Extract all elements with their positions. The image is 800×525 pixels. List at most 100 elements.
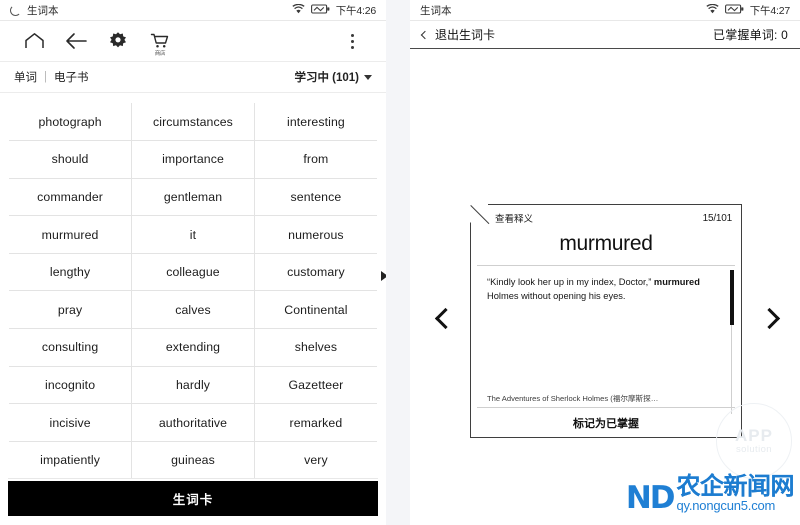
flashcard: 查看释义 15/101 murmured “Kindly look her up… bbox=[470, 204, 742, 438]
chevron-left-icon bbox=[420, 30, 430, 39]
status-bar-time-right: 下午4:27 bbox=[749, 4, 790, 17]
word-cell[interactable]: calves bbox=[131, 290, 255, 330]
table-row: impatiently guineas very bbox=[9, 441, 377, 480]
chevron-left-large-icon bbox=[434, 307, 456, 329]
flashcard-panel: 生词本 下午4:27 退出生词卡 已掌握单词: 0 查看释义 15/101 mu… bbox=[410, 0, 800, 525]
tab-separator: | bbox=[44, 71, 47, 83]
status-bar-time: 下午4:26 bbox=[335, 4, 376, 17]
watermark-site-url: qy.nongcun5.com bbox=[676, 498, 776, 513]
wifi-icon bbox=[292, 3, 305, 17]
sentence-highlight: murmured bbox=[653, 277, 700, 287]
word-cell[interactable]: lengthy bbox=[9, 253, 133, 292]
watermark-app-line2: solution bbox=[736, 443, 772, 455]
flashcard-button[interactable]: 生词卡 bbox=[8, 481, 378, 516]
word-cell[interactable]: photograph bbox=[9, 103, 133, 142]
word-cell[interactable]: murmured bbox=[9, 215, 133, 254]
table-row: commander gentleman sentence bbox=[9, 178, 377, 217]
table-row: should importance from bbox=[9, 140, 377, 179]
word-cell[interactable]: incognito bbox=[9, 366, 133, 405]
word-cell[interactable]: pray bbox=[9, 290, 133, 330]
tab-ebooks[interactable]: 电子书 bbox=[54, 69, 89, 85]
word-cell[interactable]: extending bbox=[131, 328, 255, 367]
table-row: incognito hardly Gazetteer bbox=[9, 366, 377, 405]
word-cell[interactable]: should bbox=[9, 140, 133, 179]
word-cell[interactable]: Continental bbox=[254, 290, 377, 330]
word-cell[interactable]: customary bbox=[254, 253, 377, 292]
site-watermark-logo: ND 农企新闻网 qy.nongcun5.com bbox=[625, 473, 795, 516]
watermark-site-name: 农企新闻网 bbox=[676, 473, 795, 500]
watermark-logo-mark: ND bbox=[625, 480, 676, 516]
mark-mastered-label: 标记为已掌握 bbox=[573, 417, 639, 430]
table-row: murmured it numerous bbox=[9, 215, 377, 254]
word-grid: photograph circumstances interesting should… bbox=[9, 103, 377, 480]
shopping-cart-icon[interactable]: 商店 bbox=[139, 24, 181, 58]
vertical-scrollbar[interactable] bbox=[729, 270, 734, 414]
next-card-button[interactable] bbox=[756, 301, 782, 335]
wifi-icon bbox=[706, 3, 719, 17]
kebab-menu-icon[interactable] bbox=[331, 24, 373, 58]
flashcard-body: “Kindly look her up in my index, Doctor,… bbox=[471, 266, 741, 414]
word-cell[interactable]: it bbox=[131, 215, 255, 254]
word-cell[interactable]: importance bbox=[131, 140, 255, 179]
sentence-post: Holmes without opening his eyes. bbox=[487, 290, 626, 301]
word-cell[interactable]: guineas bbox=[131, 441, 255, 480]
sync-icon bbox=[10, 4, 21, 16]
word-cell[interactable]: interesting bbox=[254, 103, 377, 142]
word-cell[interactable]: from bbox=[254, 140, 377, 179]
word-cell[interactable]: circumstances bbox=[131, 103, 255, 142]
battery-icon bbox=[724, 3, 744, 17]
table-row: pray calves Continental bbox=[9, 290, 377, 330]
app-toolbar: 商店 bbox=[0, 21, 386, 62]
sentence-source: The Adventures of Sherlock Holmes (福尔摩斯探… bbox=[487, 394, 659, 403]
mastered-count: 已掌握单词: 0 bbox=[713, 28, 788, 42]
word-cell[interactable]: shelves bbox=[254, 328, 377, 367]
word-cell[interactable]: impatiently bbox=[9, 441, 133, 480]
word-cell[interactable]: consulting bbox=[9, 328, 133, 367]
word-cell[interactable]: commander bbox=[9, 178, 133, 217]
table-row: consulting extending shelves bbox=[9, 328, 377, 367]
word-cell[interactable]: very bbox=[254, 441, 377, 480]
flashcard-area: 查看释义 15/101 murmured “Kindly look her up… bbox=[410, 49, 800, 519]
vocabulary-list-panel: 生词本 下午4:26 商店 单词 | 电子书 学习中 (101) photogr… bbox=[0, 0, 386, 525]
example-sentence: “Kindly look her up in my index, Doctor,… bbox=[487, 276, 725, 303]
cta-divider bbox=[8, 478, 378, 479]
exit-flashcard-label: 退出生词卡 bbox=[435, 28, 496, 42]
exit-flashcard-button[interactable]: 退出生词卡 bbox=[420, 26, 496, 43]
word-cell[interactable]: incisive bbox=[9, 403, 133, 442]
word-cell[interactable]: colleague bbox=[131, 253, 255, 292]
sentence-pre: “Kindly look her up in my index, Doctor,… bbox=[487, 277, 652, 287]
word-grid-wrapper: photograph circumstances interesting should… bbox=[0, 93, 386, 480]
chevron-down-icon bbox=[364, 74, 372, 80]
mark-mastered-button[interactable]: 标记为已掌握 bbox=[477, 407, 735, 437]
store-label: 商店 bbox=[154, 51, 166, 57]
flashcard-header: 查看释义 15/101 bbox=[471, 205, 741, 231]
filter-dropdown[interactable]: 学习中 (101) bbox=[294, 69, 372, 85]
word-cell[interactable]: remarked bbox=[254, 403, 377, 442]
flashcard-navbar: 退出生词卡 已掌握单词: 0 bbox=[410, 21, 800, 49]
status-bar-title-right: 生词本 bbox=[420, 4, 452, 17]
table-row: photograph circumstances interesting bbox=[9, 103, 377, 142]
word-cell[interactable]: authoritative bbox=[131, 403, 255, 442]
table-row: incisive authoritative remarked bbox=[9, 403, 377, 442]
flashcard-button-label: 生词卡 bbox=[172, 493, 214, 507]
status-bar-right: 生词本 下午4:27 bbox=[410, 0, 800, 21]
gear-icon[interactable] bbox=[97, 24, 139, 58]
flashcard-word: murmured bbox=[477, 231, 735, 266]
word-cell[interactable]: Gazetteer bbox=[254, 366, 377, 405]
chevron-right-large-icon bbox=[758, 307, 780, 329]
view-definition-link[interactable]: 查看释义 bbox=[495, 211, 533, 225]
list-tab-bar: 单词 | 电子书 学习中 (101) bbox=[0, 62, 386, 93]
card-counter: 15/101 bbox=[702, 212, 733, 224]
app-solution-watermark: APP solution bbox=[716, 403, 792, 479]
back-arrow-icon[interactable] bbox=[55, 24, 97, 58]
home-icon[interactable] bbox=[13, 24, 55, 58]
screenshot-root: 生词本 下午4:26 商店 单词 | 电子书 学习中 (101) photogr… bbox=[0, 0, 800, 525]
tab-words[interactable]: 单词 bbox=[14, 69, 37, 85]
table-row: lengthy colleague customary bbox=[9, 253, 377, 292]
word-cell[interactable]: numerous bbox=[254, 215, 377, 254]
word-cell[interactable]: sentence bbox=[254, 178, 377, 217]
word-cell[interactable]: hardly bbox=[131, 366, 255, 405]
status-bar-title: 生词本 bbox=[27, 4, 59, 17]
word-cell[interactable]: gentleman bbox=[131, 178, 255, 217]
previous-card-button[interactable] bbox=[432, 301, 458, 335]
